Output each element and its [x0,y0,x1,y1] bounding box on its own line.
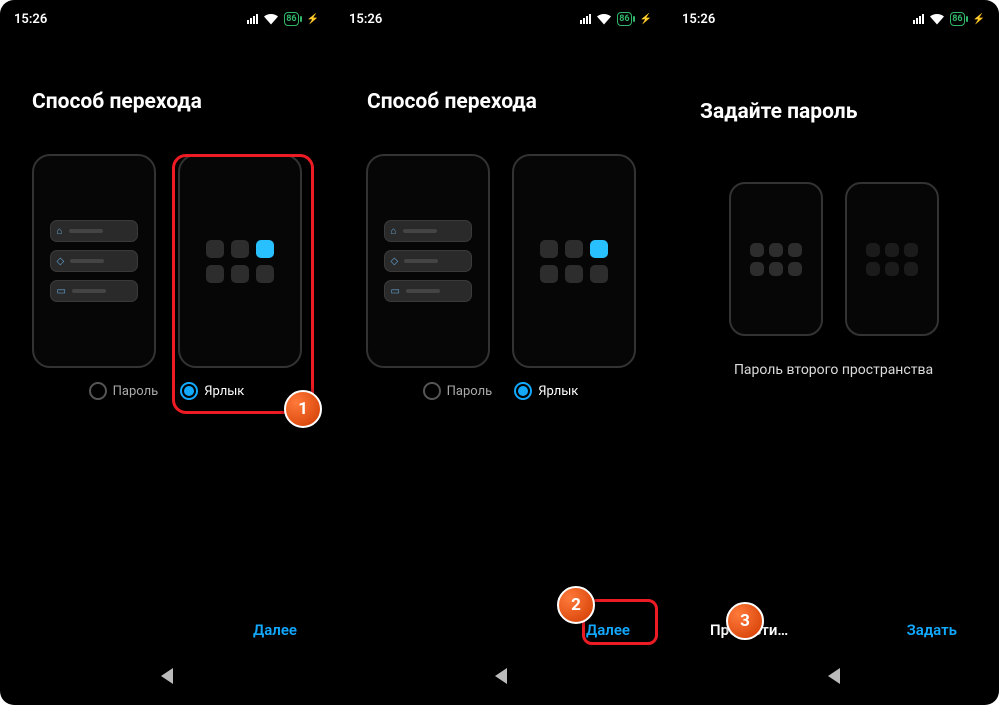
signal-icon [913,14,924,24]
status-icons: 86 ⚡ [913,12,985,26]
wifi-icon [930,14,944,25]
status-time: 15:26 [682,12,715,27]
transition-options: ⌂ ◇ ▭ [335,154,666,368]
radio-group: Пароль Ярлык [335,382,666,400]
back-icon[interactable] [161,668,173,684]
lock-icon: ▭ [57,286,66,297]
wifi-icon [264,14,278,25]
page-title: Способ перехода [335,30,666,114]
option-shortcut-preview[interactable] [512,154,636,368]
charging-icon: ⚡ [640,14,652,25]
apps-grid-icon [529,240,619,283]
radio-label: Ярлык [538,384,578,399]
status-bar: 15:26 86 ⚡ [335,0,666,30]
option-shortcut-preview[interactable] [178,154,302,368]
set-button[interactable]: Задать [907,621,957,639]
back-icon[interactable] [828,668,840,684]
charging-icon: ⚡ [973,14,985,25]
radio-dot-icon [89,382,107,400]
radio-dot-icon [180,382,198,400]
annotation-badge-2: 2 [557,586,595,624]
skip-button[interactable]: Пропусти… [710,621,788,639]
radio-shortcut[interactable]: Ярлык [180,382,244,400]
status-time: 15:26 [14,12,47,27]
screenshot-1: 15:26 86 ⚡ Способ перехода ⌂ ◇ ▭ [0,0,333,705]
space-primary-preview [729,182,823,336]
apps-grid-icon [195,240,285,283]
nav-bar [0,661,333,691]
action-bar: Пропусти… Задать [668,621,999,639]
charging-icon: ⚡ [307,14,319,25]
user-icon: ◇ [391,256,399,267]
spaces-preview [668,182,999,336]
home-icon: ⌂ [391,226,397,237]
action-bar: Далее [335,621,666,639]
radio-label: Пароль [113,384,159,399]
battery-icon: 86 [950,12,964,26]
radio-password[interactable]: Пароль [89,382,159,400]
status-bar: 15:26 86 ⚡ [0,0,333,30]
radio-dot-icon [423,382,441,400]
back-icon[interactable] [495,668,507,684]
status-bar: 15:26 86 ⚡ [668,0,999,30]
option-password-preview[interactable]: ⌂ ◇ ▭ [32,154,156,368]
page-title: Задайте пароль [668,30,999,124]
apps-grid-icon [741,243,811,276]
space-secondary-preview [845,182,939,336]
screenshot-2: 15:26 86 ⚡ Способ перехода ⌂ ◇ ▭ [333,0,666,705]
radio-dot-icon [514,382,532,400]
user-icon: ◇ [57,256,65,267]
battery-icon: 86 [284,12,298,26]
radio-shortcut[interactable]: Ярлык [514,382,578,400]
nav-bar [335,661,666,691]
signal-icon [580,14,591,24]
status-time: 15:26 [349,12,382,27]
page-title: Способ перехода [0,30,333,114]
wifi-icon [597,14,611,25]
lock-icon: ▭ [391,286,400,297]
battery-icon: 86 [617,12,631,26]
action-bar: Далее [0,621,333,639]
next-button[interactable]: Далее [586,621,630,639]
status-icons: 86 ⚡ [247,12,319,26]
radio-password[interactable]: Пароль [423,382,493,400]
subtext: Пароль второго пространства [668,362,999,378]
nav-bar [668,661,999,691]
radio-group: Пароль Ярлык [0,382,333,400]
home-icon: ⌂ [57,226,63,237]
screenshot-3: 15:26 86 ⚡ Задайте пароль Пароль второго… [666,0,999,705]
option-password-preview[interactable]: ⌂ ◇ ▭ [366,154,490,368]
radio-label: Ярлык [204,384,244,399]
status-icons: 86 ⚡ [580,12,652,26]
signal-icon [247,14,258,24]
next-button[interactable]: Далее [253,621,297,639]
transition-options: ⌂ ◇ ▭ [0,154,333,368]
apps-grid-icon [857,243,927,276]
radio-label: Пароль [447,384,493,399]
